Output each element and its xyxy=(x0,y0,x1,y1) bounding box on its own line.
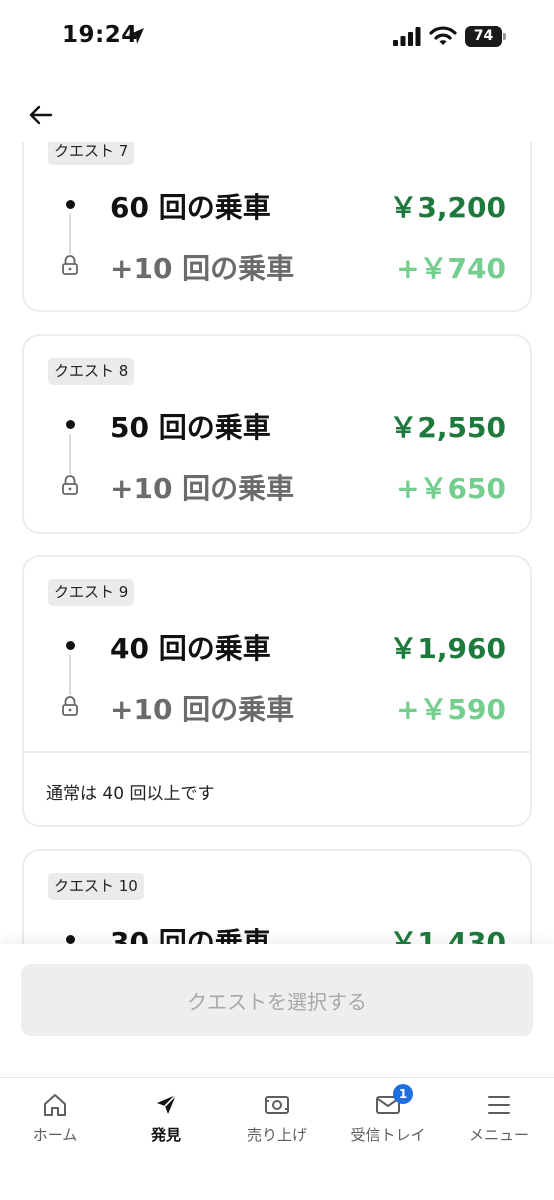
quest-card[interactable]: クエスト 7 60 回の乗車 ￥3,200 +10 回の乗車 +￥740 xyxy=(22,142,532,312)
battery-level: 74 xyxy=(465,26,502,47)
tab-inbox[interactable]: 1 受信トレイ xyxy=(333,1084,443,1150)
home-icon xyxy=(44,1094,66,1116)
tier-label: 50 回の乗車 xyxy=(110,411,271,444)
tier-bonus-amount: +￥740 xyxy=(396,252,506,285)
quest-list[interactable]: クエスト 7 60 回の乗車 ￥3,200 +10 回の乗車 +￥740 クエス… xyxy=(0,142,554,944)
tier-dot xyxy=(66,935,75,944)
lock-icon xyxy=(62,475,78,495)
tab-discover[interactable]: 発見 xyxy=(111,1090,221,1150)
quest-card[interactable]: クエスト 8 50 回の乗車 ￥2,550 +10 回の乗車 +￥650 xyxy=(22,334,532,534)
tab-home[interactable]: ホーム xyxy=(0,1090,110,1150)
back-arrow-icon[interactable] xyxy=(26,100,56,130)
quest-badge: クエスト 10 xyxy=(48,873,144,900)
inbox-badge: 1 xyxy=(393,1084,413,1104)
action-area: クエストを選択する xyxy=(0,944,554,1078)
lock-icon xyxy=(62,696,78,716)
tier-bonus-amount: +￥590 xyxy=(396,693,506,726)
lock-icon xyxy=(62,255,78,275)
quest-badge: クエスト 8 xyxy=(48,358,135,385)
tier-bonus-amount: +￥650 xyxy=(396,472,506,505)
tab-label: メニュー xyxy=(468,1126,529,1144)
tier-label: 30 回の乗車 xyxy=(110,926,271,944)
tier-dot xyxy=(66,641,75,650)
tier-row-locked: +10 回の乗車 +￥590 xyxy=(24,682,530,732)
tab-label: ホーム xyxy=(32,1126,78,1144)
tier-label: 60 回の乗車 xyxy=(110,191,271,224)
tier-dot xyxy=(66,420,75,429)
select-quest-button[interactable]: クエストを選択する xyxy=(21,964,533,1036)
tier-amount: ￥2,550 xyxy=(389,411,506,444)
tier-dot xyxy=(66,200,75,209)
battery-tip xyxy=(503,33,506,40)
tier-row-locked: +10 回の乗車 +￥650 xyxy=(24,461,530,511)
tier-amount: ￥3,200 xyxy=(389,191,506,224)
cellular-signal-icon xyxy=(393,27,421,46)
tier-row: 50 回の乗車 ￥2,550 xyxy=(24,400,530,450)
quest-badge: クエスト 7 xyxy=(48,142,135,165)
tier-row: 40 回の乗車 ￥1,960 xyxy=(24,621,530,671)
tab-earnings[interactable]: 売り上げ xyxy=(222,1090,332,1150)
card-divider xyxy=(24,751,530,753)
tier-amount: ￥1,430 xyxy=(389,926,506,944)
quest-card[interactable]: クエスト 10 30 回の乗車 ￥1,430 xyxy=(22,849,532,944)
status-bar: 19:24 74 xyxy=(0,0,554,76)
tab-label: 売り上げ xyxy=(246,1126,307,1144)
tier-row-locked: +10 回の乗車 +￥740 xyxy=(24,241,530,291)
menu-icon xyxy=(488,1096,510,1114)
tab-label: 受信トレイ xyxy=(350,1126,426,1144)
compass-icon xyxy=(157,1094,177,1114)
tier-amount: ￥1,960 xyxy=(389,632,506,665)
tier-label: 40 回の乗車 xyxy=(110,632,271,665)
tier-row: 30 回の乗車 ￥1,430 xyxy=(24,915,530,944)
quest-badge: クエスト 9 xyxy=(48,579,135,606)
tier-label: +10 回の乗車 xyxy=(110,252,295,285)
wifi-icon xyxy=(429,26,457,45)
quest-card[interactable]: クエスト 9 40 回の乗車 ￥1,960 +10 回の乗車 +￥590 通常は… xyxy=(22,555,532,827)
tier-label: +10 回の乗車 xyxy=(110,472,295,505)
tab-bar: ホーム 発見 売り上げ 1 受信トレイ メニュー xyxy=(0,1077,554,1200)
quest-note: 通常は 40 回以上です xyxy=(46,784,215,804)
location-arrow-icon xyxy=(128,28,144,44)
tab-label: 発見 xyxy=(150,1126,181,1144)
battery-indicator: 74 xyxy=(465,26,507,47)
tier-label: +10 回の乗車 xyxy=(110,693,295,726)
tab-menu[interactable]: メニュー xyxy=(444,1090,554,1150)
money-icon xyxy=(265,1096,289,1114)
tier-row: 60 回の乗車 ￥3,200 xyxy=(24,180,530,230)
